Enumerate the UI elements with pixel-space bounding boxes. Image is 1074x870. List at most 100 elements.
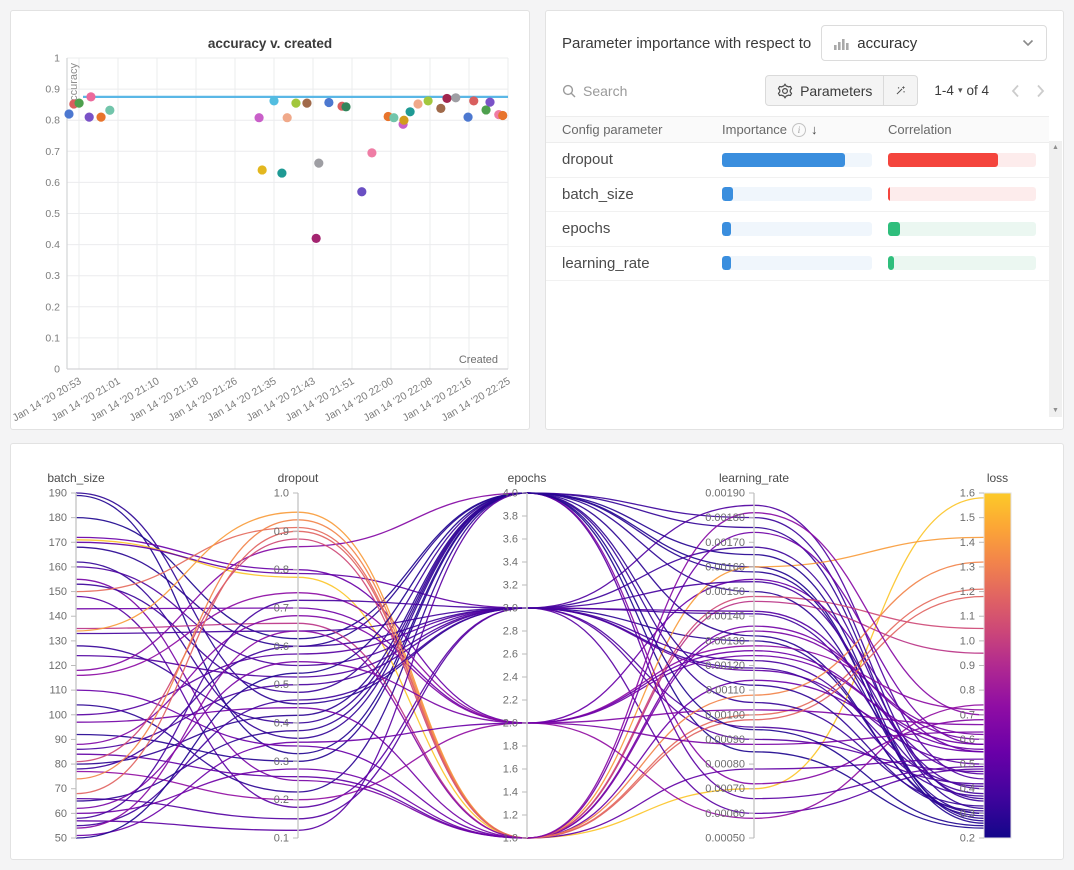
scatter-point[interactable]	[357, 187, 366, 196]
parameters-button-label: Parameters	[800, 83, 872, 99]
tick-label: 2.8	[503, 626, 518, 638]
tick-label: 2.4	[503, 672, 518, 684]
table-row[interactable]: epochs	[546, 212, 1049, 247]
scatter-point[interactable]	[413, 99, 422, 108]
scatter-point[interactable]	[485, 98, 494, 107]
run-line[interactable]	[76, 493, 984, 801]
scatter-point[interactable]	[277, 168, 286, 177]
run-line[interactable]	[76, 626, 984, 838]
y-tick-label: 0.2	[45, 301, 60, 313]
table-row[interactable]: dropout	[546, 143, 1049, 178]
search-placeholder: Search	[583, 83, 627, 99]
scatter-point[interactable]	[341, 102, 350, 111]
tick-label: 3.8	[503, 511, 518, 523]
scatter-point[interactable]	[424, 96, 433, 105]
scatter-point[interactable]	[451, 93, 460, 102]
scatter-point[interactable]	[463, 112, 472, 121]
tick-label: 80	[55, 759, 67, 771]
chevron-right-icon[interactable]	[1036, 84, 1045, 98]
tick-label: 0.3	[960, 808, 975, 820]
run-line[interactable]	[76, 493, 984, 828]
scatter-point[interactable]	[302, 98, 311, 107]
importance-bar[interactable]	[722, 187, 872, 201]
scatter-point[interactable]	[269, 96, 278, 105]
scatter-point[interactable]	[481, 105, 490, 114]
scatter-point[interactable]	[283, 113, 292, 122]
scatter-point[interactable]	[85, 112, 94, 121]
tick-label: 0.00170	[705, 537, 745, 549]
table-scrollbar[interactable]: ▲ ▼	[1049, 141, 1062, 417]
tick-label: 160	[49, 561, 67, 573]
scroll-down-icon[interactable]: ▼	[1052, 407, 1059, 414]
scatter-point[interactable]	[258, 165, 267, 174]
run-line[interactable]	[76, 493, 984, 821]
scatter-point[interactable]	[367, 148, 376, 157]
scatter-point[interactable]	[399, 116, 408, 125]
scatter-point[interactable]	[442, 94, 451, 103]
pagination[interactable]: 1-4 ▾ of 4	[934, 83, 989, 98]
axis-label: loss	[987, 471, 1008, 485]
y-tick-label: 0.9	[45, 84, 60, 96]
search-icon	[562, 84, 576, 98]
scatter-point[interactable]	[254, 113, 263, 122]
tick-label: 0.00050	[705, 833, 745, 845]
config-parameter-name: batch_size	[546, 186, 722, 203]
correlation-bar[interactable]	[888, 256, 1036, 270]
bar-chart-icon	[834, 37, 849, 50]
correlation-bar[interactable]	[888, 153, 1036, 167]
parameters-button[interactable]: Parameters	[765, 75, 884, 106]
scatter-point[interactable]	[96, 112, 105, 121]
info-icon[interactable]: i	[792, 123, 806, 137]
scatter-point[interactable]	[291, 98, 300, 107]
pagination-range[interactable]: 1-4	[934, 83, 954, 98]
x-axis-label: Created	[459, 354, 498, 366]
loss-colorbar[interactable]	[984, 493, 1011, 838]
chevron-left-icon[interactable]	[1011, 84, 1020, 98]
tick-label: 0.00160	[705, 561, 745, 573]
correlation-bar[interactable]	[888, 187, 1036, 201]
table-row[interactable]: learning_rate	[546, 247, 1049, 282]
correlation-bar[interactable]	[888, 222, 1036, 236]
scatter-point[interactable]	[74, 98, 83, 107]
tick-label: 0.00060	[705, 808, 745, 820]
tick-label: 0.5	[274, 679, 289, 691]
importance-bar[interactable]	[722, 256, 872, 270]
scatter-point[interactable]	[389, 113, 398, 122]
chart-title: accuracy v. created	[208, 36, 332, 51]
scroll-up-icon[interactable]: ▲	[1052, 144, 1059, 151]
tick-label: 0.6	[274, 641, 289, 653]
y-tick-label: 0	[54, 364, 60, 376]
y-tick-label: 0.8	[45, 115, 60, 127]
scatter-point[interactable]	[436, 104, 445, 113]
search-input[interactable]: Search	[562, 83, 757, 99]
column-importance[interactable]: Importance i ↓	[722, 122, 888, 137]
scatter-chart-panel: accuracy v. createdJan 14 '20 20:53Jan 1…	[10, 10, 530, 430]
scatter-point[interactable]	[64, 109, 73, 118]
magic-wand-button[interactable]	[884, 75, 918, 106]
run-line[interactable]	[76, 493, 984, 823]
tick-label: 1.2	[503, 810, 518, 822]
scatter-point[interactable]	[498, 111, 507, 120]
column-correlation[interactable]: Correlation	[888, 122, 1048, 137]
scatter-point[interactable]	[105, 106, 114, 115]
importance-bar[interactable]	[722, 222, 872, 236]
tick-label: 0.4	[960, 783, 975, 795]
scatter-point[interactable]	[314, 159, 323, 168]
run-line[interactable]	[76, 513, 984, 838]
tick-label: 0.6	[960, 734, 975, 746]
run-line[interactable]	[76, 498, 984, 838]
column-config-parameter[interactable]: Config parameter	[546, 122, 722, 137]
scatter-point[interactable]	[312, 234, 321, 243]
run-line[interactable]	[76, 493, 984, 838]
table-row[interactable]: batch_size	[546, 178, 1049, 213]
scatter-point[interactable]	[406, 107, 415, 116]
run-line[interactable]	[76, 651, 984, 836]
metric-select[interactable]: accuracy	[821, 25, 1047, 61]
tick-label: 0.4	[274, 718, 289, 730]
scatter-point[interactable]	[86, 92, 95, 101]
scatter-point[interactable]	[324, 98, 333, 107]
sort-desc-icon[interactable]: ↓	[811, 122, 818, 137]
scatter-point[interactable]	[469, 96, 478, 105]
tick-label: 1.1	[960, 611, 975, 623]
importance-bar[interactable]	[722, 153, 872, 167]
